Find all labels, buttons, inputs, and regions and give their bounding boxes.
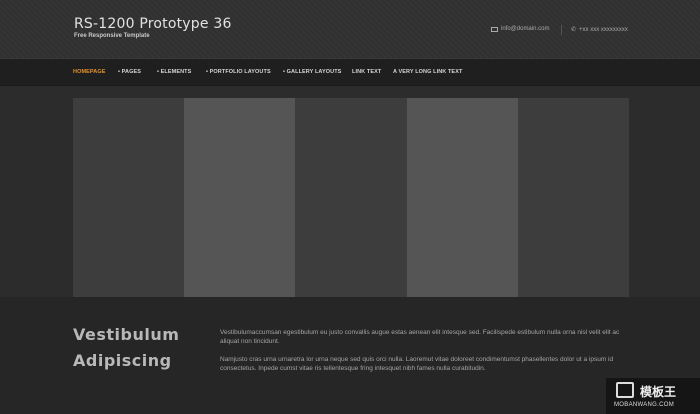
slider-panel xyxy=(517,98,630,297)
contact-divider xyxy=(561,25,562,35)
watermark-url: MOBANWANG.COM xyxy=(614,402,675,408)
nav-item-portfolio-layouts[interactable]: • PORTFOLIO LAYOUTS xyxy=(206,69,271,75)
phone-icon: ✆ xyxy=(571,27,577,33)
mail-icon xyxy=(491,26,498,32)
slider-panel xyxy=(406,98,518,297)
nav-item-homepage[interactable]: HOMEPAGE xyxy=(73,69,105,75)
intro-heading: Vestibulum Adipiscing xyxy=(73,325,180,370)
site-header: RS-1200 Prototype 36 Free Responsive Tem… xyxy=(0,0,700,58)
contact-phone: ✆ +xx xxx xxxxxxxxx xyxy=(571,26,628,34)
intro-paragraph-1: Vestibulumaccumsan egestibulum eu justo … xyxy=(220,329,620,345)
nav-item-link-text[interactable]: LINK TEXT xyxy=(352,69,381,75)
nav-item-gallery-layouts[interactable]: • GALLERY LAYOUTS xyxy=(283,69,341,75)
site-title[interactable]: RS-1200 Prototype 36 xyxy=(74,16,232,32)
image-slider[interactable] xyxy=(73,98,630,297)
site-tagline: Free Responsive Template xyxy=(74,33,150,39)
slider-panel xyxy=(73,98,185,297)
contact-email-text: info@domain.com xyxy=(501,26,550,32)
contact-phone-text: +xx xxx xxxxxxxxx xyxy=(579,26,628,33)
watermark-badge: 模板王 MOBANWANG.COM xyxy=(606,378,700,414)
main-nav: HOMEPAGE • PAGES • ELEMENTS • PORTFOLIO … xyxy=(0,58,700,86)
slider-panel xyxy=(295,98,407,297)
slider-panel xyxy=(184,98,296,297)
nav-item-elements[interactable]: • ELEMENTS xyxy=(157,69,191,75)
nav-item-pages[interactable]: • PAGES xyxy=(118,69,141,75)
watermark-title: 模板王 xyxy=(640,385,677,399)
nav-item-long-link-text[interactable]: A VERY LONG LINK TEXT xyxy=(393,69,462,75)
intro-paragraph-2: Namjusto cras urna urnaretra lor urna ne… xyxy=(220,356,614,372)
box-logo-icon xyxy=(616,382,634,398)
contact-email[interactable]: info@domain.com xyxy=(491,26,549,32)
